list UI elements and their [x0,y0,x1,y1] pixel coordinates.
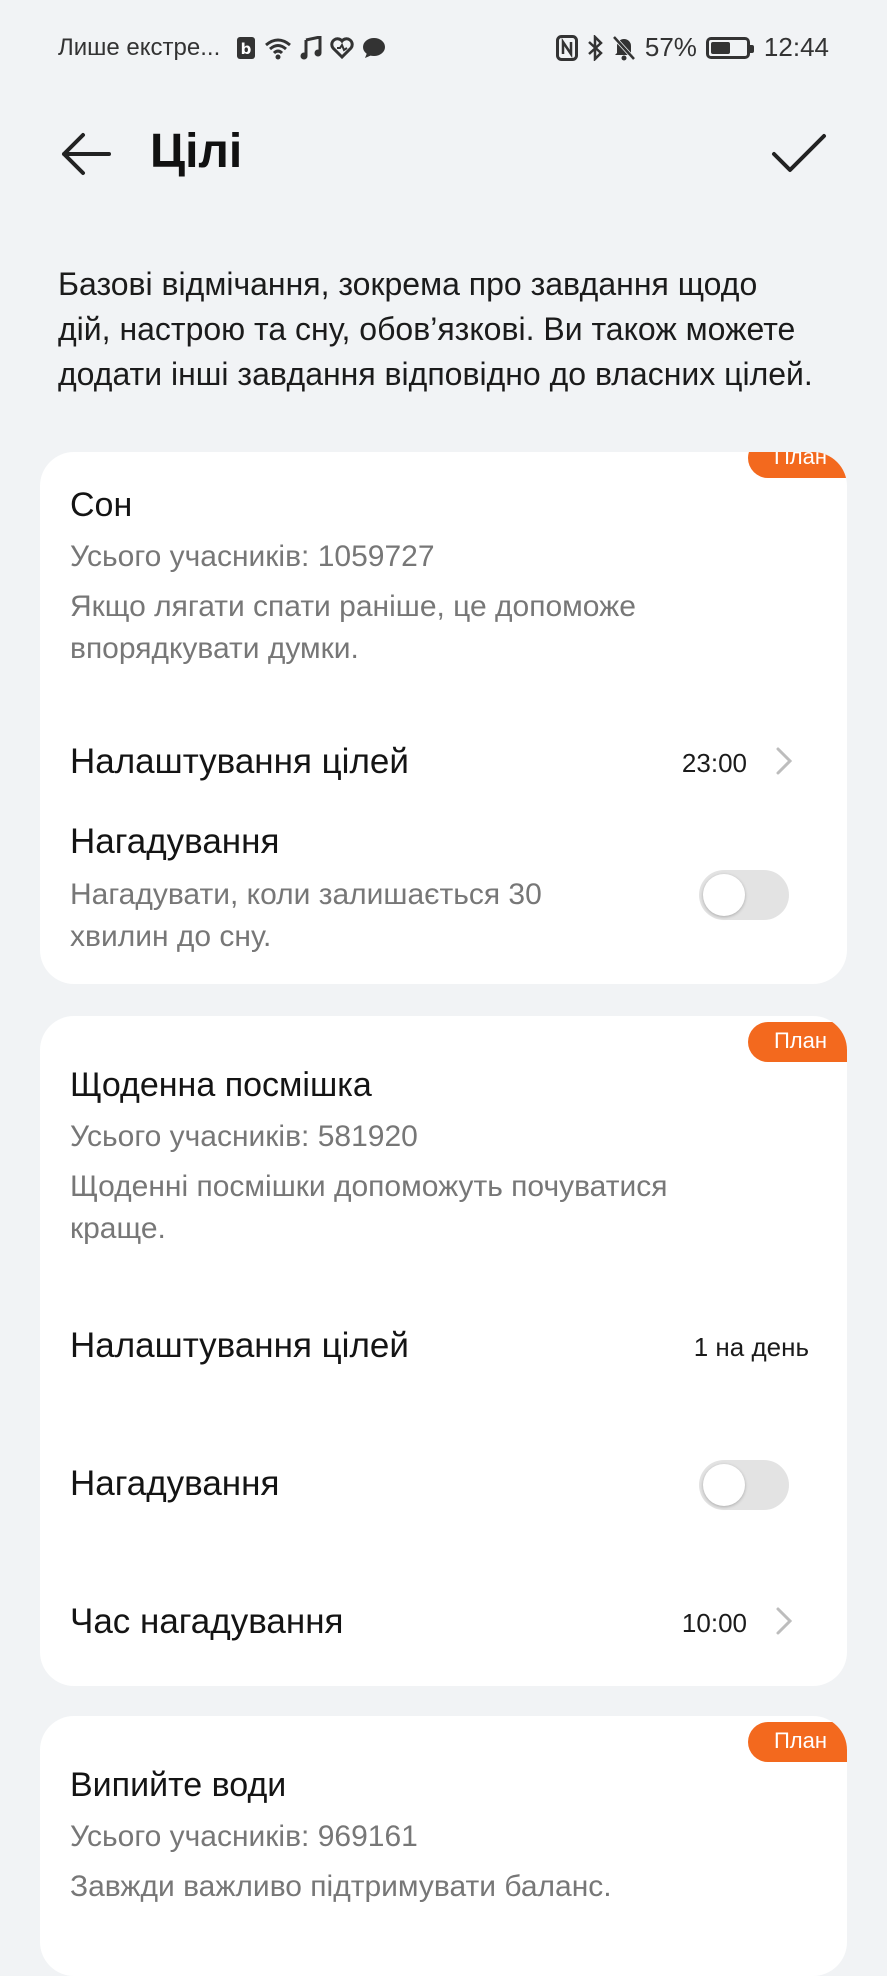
goal-settings-row[interactable]: Налаштування цілей 23:00 [40,722,847,802]
goal-title: Щоденна посмішка [70,1066,372,1104]
goal-settings-label: Налаштування цілей [70,1326,409,1365]
goal-settings-row[interactable]: Налаштування цілей 1 на день [40,1306,847,1386]
chat-bubble-icon [362,37,386,59]
app-bar: Цілі [0,100,887,210]
chevron-right-icon [776,747,793,775]
goal-reminder-row: Нагадування [40,1444,847,1524]
status-right: 57% 12:44 [547,32,829,63]
music-note-icon [300,36,322,60]
goal-title: Сон [70,486,133,524]
goal-card-sleep: План Сон Усього учасників: 1059727 Якщо … [40,452,847,984]
confirm-button[interactable] [767,124,831,184]
goal-title: Випийте води [70,1766,287,1804]
goal-participants: Усього учасників: 1059727 [70,540,435,573]
goal-description: Завжди важливо підтримувати баланс. [70,1870,612,1903]
reminder-time-value: 10:00 [681,1608,747,1638]
goals-description: Базові відмічання, зокрема про завдання … [58,266,813,392]
back-button[interactable] [56,126,116,182]
reminder-time-row[interactable]: Час нагадування 10:00 [40,1582,847,1662]
goal-reminder-label: Нагадування [70,822,280,861]
svg-text:b: b [241,40,252,58]
goal-settings-label: Налаштування цілей [70,742,409,781]
page-title: Цілі [150,125,243,178]
plan-badge: План [747,1022,847,1062]
status-bar: Лише екстре... b 57% 12:44 [0,0,887,100]
wifi-icon [264,36,292,60]
goal-reminder-label: Нагадування [70,1464,280,1503]
plan-badge: План [747,452,847,478]
checkmark-icon [772,134,826,172]
mute-bell-icon [612,35,636,61]
b-app-icon: b [236,36,256,60]
goal-card-smile: План Щоденна посмішка Усього учасників: … [40,1016,847,1686]
arrow-left-icon [62,133,111,175]
goal-description: Щоденні посмішки допоможуть почуватися к… [70,1170,668,1245]
reminder-time-label: Час нагадування [70,1602,344,1641]
nfc-icon [555,34,578,61]
goal-card-water: План Випийте води Усього учасників: 9691… [40,1716,847,1976]
goal-reminder-row: Нагадування Нагадувати, коли залишається… [40,822,847,972]
bluetooth-icon [587,34,603,61]
goal-settings-value: 1 на день [693,1332,809,1362]
carrier-text: Лише екстре... [58,34,221,61]
goal-reminder-sub: Нагадувати, коли залишається 30 хвилин д… [70,878,542,953]
reminder-toggle[interactable] [699,1460,789,1510]
plan-badge: План [747,1722,847,1762]
heart-icon [330,37,354,59]
goal-settings-value: 23:00 [681,748,747,778]
status-left: Лише екстре... b [58,34,386,62]
battery-percent: 57% [644,32,697,62]
reminder-toggle[interactable] [699,870,789,920]
clock-time: 12:44 [763,32,829,62]
battery-icon [705,36,754,59]
chevron-right-icon [776,1607,793,1635]
goal-participants: Усього учасників: 969161 [70,1820,418,1853]
goal-description: Якщо лягати спати раніше, це допоможе вп… [70,590,636,665]
goal-participants: Усього учасників: 581920 [70,1120,418,1153]
